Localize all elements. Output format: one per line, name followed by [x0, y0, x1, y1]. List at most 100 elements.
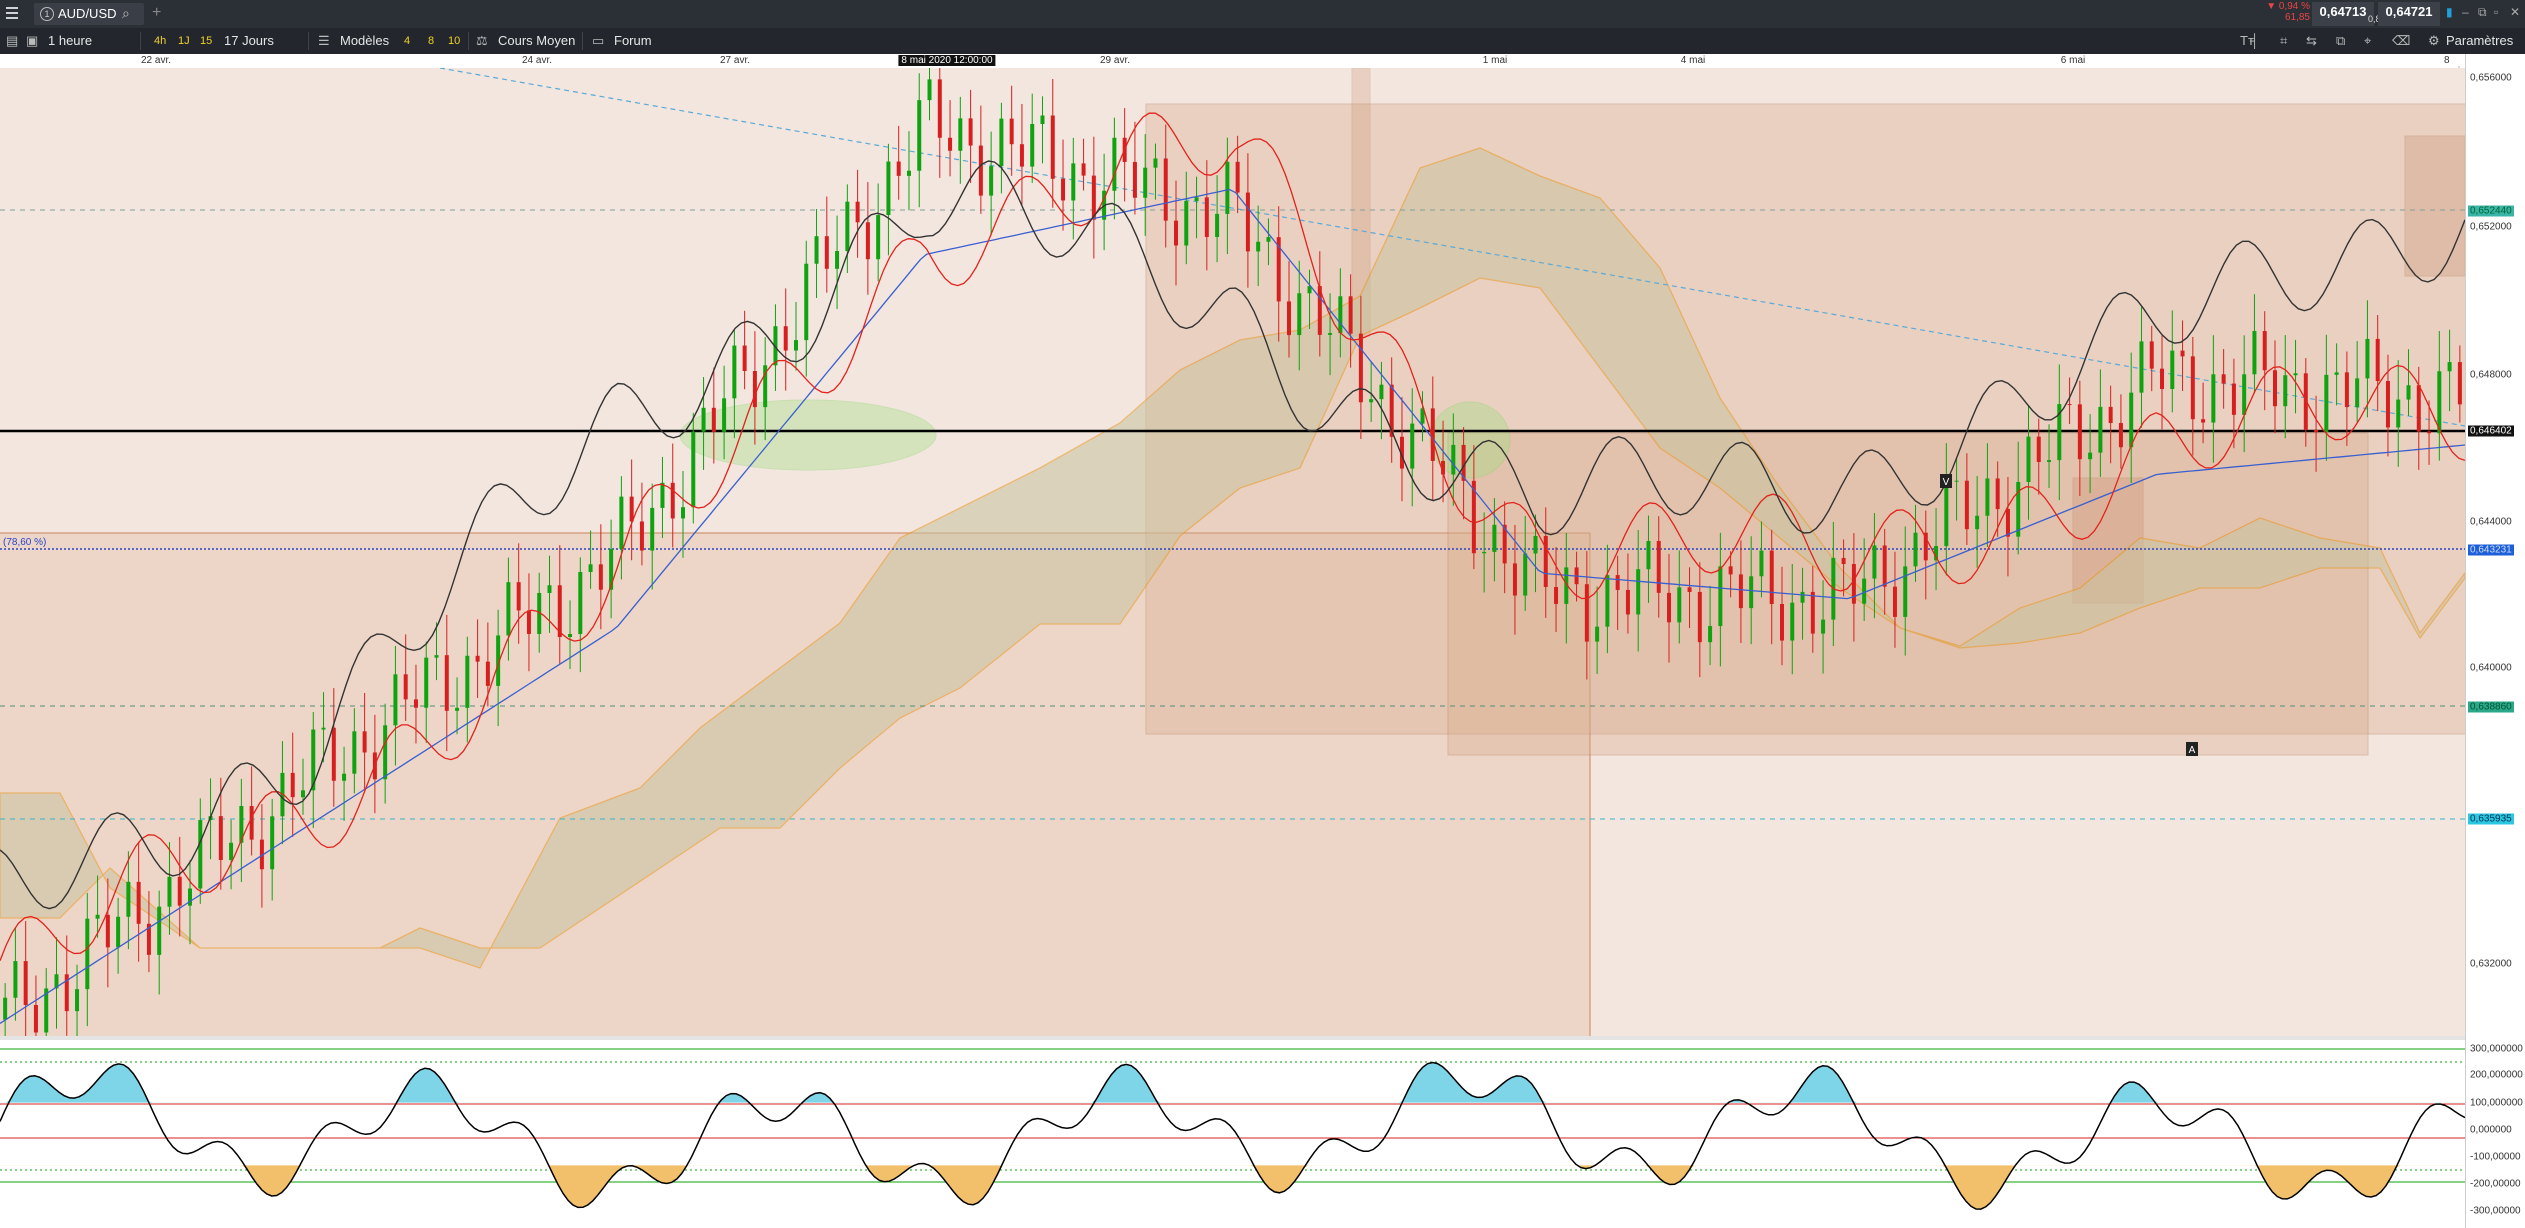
change-percent: ▼ 0,94 % — [2266, 1, 2310, 12]
candle-body — [2293, 373, 2298, 376]
candle-body — [1451, 444, 1456, 475]
candle-body — [1369, 399, 1374, 403]
candle-body — [1954, 480, 1959, 482]
signal-icon[interactable]: ▮ — [2446, 5, 2453, 19]
candle-body — [2036, 436, 2041, 462]
candle-body — [968, 118, 973, 146]
separator — [308, 32, 309, 50]
text-tool-icon[interactable]: Tт — [2240, 28, 2254, 54]
window-icon[interactable]: ⧉ — [2336, 28, 2345, 54]
price-tick: 0,632000 — [2470, 958, 2512, 970]
candle-body — [2242, 374, 2247, 415]
settings-button[interactable]: Paramètres — [2446, 28, 2513, 54]
fib-label: (78,60 %) — [3, 537, 46, 548]
tab-instrument[interactable]: 1 AUD/USD ⌕ — [34, 3, 144, 25]
candle-body — [249, 806, 254, 840]
models-8[interactable]: 8 — [428, 28, 434, 54]
candle-body — [1410, 423, 1415, 469]
candle-body — [2067, 404, 2072, 406]
candle-body — [1153, 158, 1158, 168]
candle-body — [2211, 374, 2216, 423]
candle-body — [2077, 404, 2082, 460]
ask-box[interactable]: 0,64721 — [2378, 2, 2440, 26]
candle-body — [2190, 356, 2195, 420]
candle-body — [434, 655, 439, 658]
period-select[interactable]: 17 Jours — [224, 28, 274, 54]
date-axis: 22 avr. 24 avr. 27 avr. 8 mai 2020 12:00… — [0, 54, 2465, 77]
timeframe-select[interactable]: 1 heure — [48, 28, 92, 54]
detach-icon[interactable]: ▫ — [2494, 5, 2498, 19]
candle-body — [1862, 578, 1867, 604]
candle-body — [2457, 362, 2462, 405]
candle-body — [516, 582, 521, 611]
price-badge-resistance: 0,652440 — [2468, 205, 2514, 217]
list-icon[interactable]: ▤ — [6, 28, 18, 54]
candle-body — [1492, 524, 1497, 552]
price-badge-low: 0,635935 — [2468, 813, 2514, 825]
avg-price-button[interactable]: Cours Moyen — [498, 28, 575, 54]
eraser-icon[interactable]: ⌫ — [2392, 28, 2410, 54]
candle-body — [793, 340, 798, 351]
compare-icon[interactable]: ⇆ — [2306, 28, 2317, 54]
price-badge-support: 0,638860 — [2468, 701, 2514, 713]
separator — [582, 32, 583, 50]
add-tab-icon[interactable]: + — [152, 4, 161, 22]
candle-body — [1266, 237, 1271, 242]
candle-body — [116, 916, 121, 948]
candle-body — [2180, 350, 2185, 357]
avg-price-icon[interactable]: ⚖ — [476, 28, 488, 54]
cci-oscillator[interactable] — [0, 1040, 2465, 1228]
menu-icon[interactable] — [6, 7, 18, 19]
crosshair-icon[interactable]: ⌖ — [2364, 28, 2371, 54]
candle-body — [2355, 378, 2360, 408]
bid-price: 0,64713 — [2319, 4, 2367, 19]
panel-divider[interactable] — [0, 1036, 2465, 1040]
price-chart[interactable]: (78,60 %) V A — [0, 68, 2465, 1038]
candle-body — [1112, 137, 1117, 191]
candle-body — [1749, 576, 1754, 609]
candle-body — [568, 634, 573, 638]
candle-body — [85, 918, 90, 990]
quick-1j[interactable]: 1J — [178, 28, 190, 54]
restore-icon[interactable]: ⧉ — [2478, 5, 2487, 20]
candle-body — [588, 564, 593, 573]
forum-icon[interactable]: ▭ — [592, 28, 604, 54]
candle-body — [1338, 296, 1343, 334]
candle-body — [1348, 296, 1353, 334]
candle-body — [1687, 587, 1692, 592]
candle-body — [1071, 163, 1076, 201]
grid-icon[interactable]: ⌗ — [2280, 28, 2287, 54]
minimize-icon[interactable]: – — [2462, 5, 2469, 19]
forum-button[interactable]: Forum — [614, 28, 652, 54]
models-icon[interactable]: ☰ — [318, 28, 330, 54]
candle-body — [1523, 553, 1528, 596]
date-tick: 22 avr. — [140, 55, 172, 66]
gear-icon[interactable]: ⚙ — [2428, 28, 2440, 54]
price-tick: 0,640000 — [2470, 662, 2512, 674]
models-4[interactable]: 4 — [404, 28, 410, 54]
candle-body — [2201, 419, 2206, 423]
candle-body — [218, 816, 223, 860]
bid-box[interactable]: 0,64713 — [2312, 2, 2374, 26]
models-button[interactable]: Modèles — [340, 28, 389, 54]
candle-body — [1584, 584, 1589, 642]
date-tick: 1 mai — [1482, 55, 1508, 66]
instrument-name: AUD/USD — [58, 6, 117, 21]
close-icon[interactable]: ✕ — [2510, 5, 2520, 19]
quick-15[interactable]: 15 — [200, 28, 212, 54]
candle-body — [75, 989, 80, 1012]
candle-body — [732, 345, 737, 399]
candle-body — [23, 961, 28, 1005]
price-axis[interactable]: 0,656000 0,652000 0,648000 0,644000 0,64… — [2465, 54, 2525, 1228]
candle-body — [711, 407, 716, 432]
layout-icon[interactable]: ▣ — [26, 28, 38, 54]
quick-4h[interactable]: 4h — [154, 28, 166, 54]
candle-body — [1163, 158, 1168, 221]
candle-body — [1964, 480, 1969, 530]
osc-tick: 0,000000 — [2470, 1124, 2512, 1136]
candle-body — [270, 816, 275, 870]
models-10[interactable]: 10 — [448, 28, 460, 54]
search-icon[interactable]: ⌕ — [122, 5, 130, 22]
candle-body — [331, 727, 336, 781]
candle-body — [691, 431, 696, 508]
